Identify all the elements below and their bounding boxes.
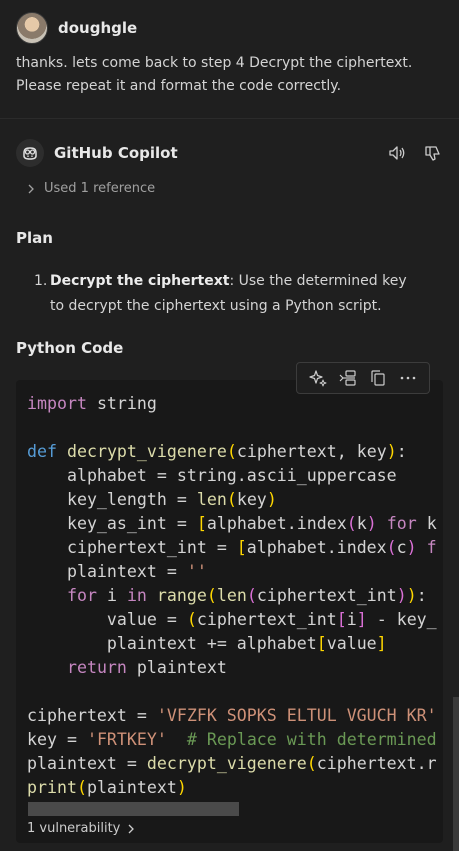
assistant-header: GitHub Copilot [16, 138, 444, 168]
copy-icon[interactable] [367, 367, 389, 389]
code-line: key_as_int = [alphabet.index(k) for k [27, 514, 437, 533]
panel-scrollbar[interactable] [453, 697, 459, 851]
sparkle-icon[interactable] [307, 367, 329, 389]
divider [0, 118, 459, 119]
list-number: 1. [34, 273, 48, 289]
code-toolbar [296, 362, 430, 394]
code-line: for i in range(len(ciphertext_int)): [66, 586, 427, 605]
code-block[interactable]: import string def decrypt_vigenere(ciphe… [16, 380, 443, 843]
vulnerability-link[interactable]: 1 vulnerability [27, 821, 136, 836]
more-icon[interactable] [397, 367, 419, 389]
horizontal-scrollbar[interactable] [28, 802, 239, 816]
chevron-right-icon [28, 184, 34, 193]
assistant-name: GitHub Copilot [54, 144, 178, 162]
speaker-icon[interactable] [386, 142, 408, 164]
user-message-header: doughgle [16, 12, 137, 44]
avatar[interactable] [16, 12, 48, 44]
plan-heading: Plan [16, 229, 53, 247]
code-line: return plaintext [66, 658, 227, 677]
user-message: thanks. lets come back to step 4 Decrypt… [16, 55, 413, 94]
plan-list-item: 1. Decrypt the ciphertext: Use the deter… [34, 269, 424, 319]
username: doughgle [58, 19, 138, 37]
code-line: alphabet = string.ascii_uppercase [27, 466, 397, 485]
code-line: plaintext += alphabet[value] [27, 634, 387, 653]
code-line: import string [27, 394, 157, 413]
code-line: key_length = len(key) [27, 490, 277, 509]
plan-item-title: Decrypt the ciphertext [50, 273, 230, 289]
code-line: key = 'FRTKEY' # Replace with determined [27, 730, 437, 749]
code-line: def decrypt_vigenere(ciphertext, key): [27, 442, 407, 461]
code-content[interactable]: import string def decrypt_vigenere(ciphe… [27, 392, 437, 800]
response-actions [386, 142, 444, 164]
code-line: plaintext = decrypt_vigenere(ciphertext.… [27, 754, 437, 773]
chevron-right-icon [128, 824, 135, 833]
code-line: value = (ciphertext_int[i] - key_ [27, 610, 437, 629]
copilot-icon [16, 139, 44, 167]
reference-label: Used 1 reference [44, 181, 156, 196]
insert-at-cursor-icon[interactable] [337, 367, 359, 389]
code-line: plaintext = '' [27, 562, 207, 581]
used-references-toggle[interactable]: Used 1 reference [26, 181, 155, 196]
code-line: print(plaintext) [27, 778, 187, 797]
code-line: ciphertext_int = [alphabet.index(c) f [27, 538, 437, 557]
code-heading: Python Code [16, 339, 124, 357]
thumbs-down-icon[interactable] [422, 142, 444, 164]
code-line: ciphertext = 'VFZFK SOPKS ELTUL VGUCH KR… [27, 706, 437, 725]
vulnerability-label: 1 vulnerability [27, 821, 121, 836]
